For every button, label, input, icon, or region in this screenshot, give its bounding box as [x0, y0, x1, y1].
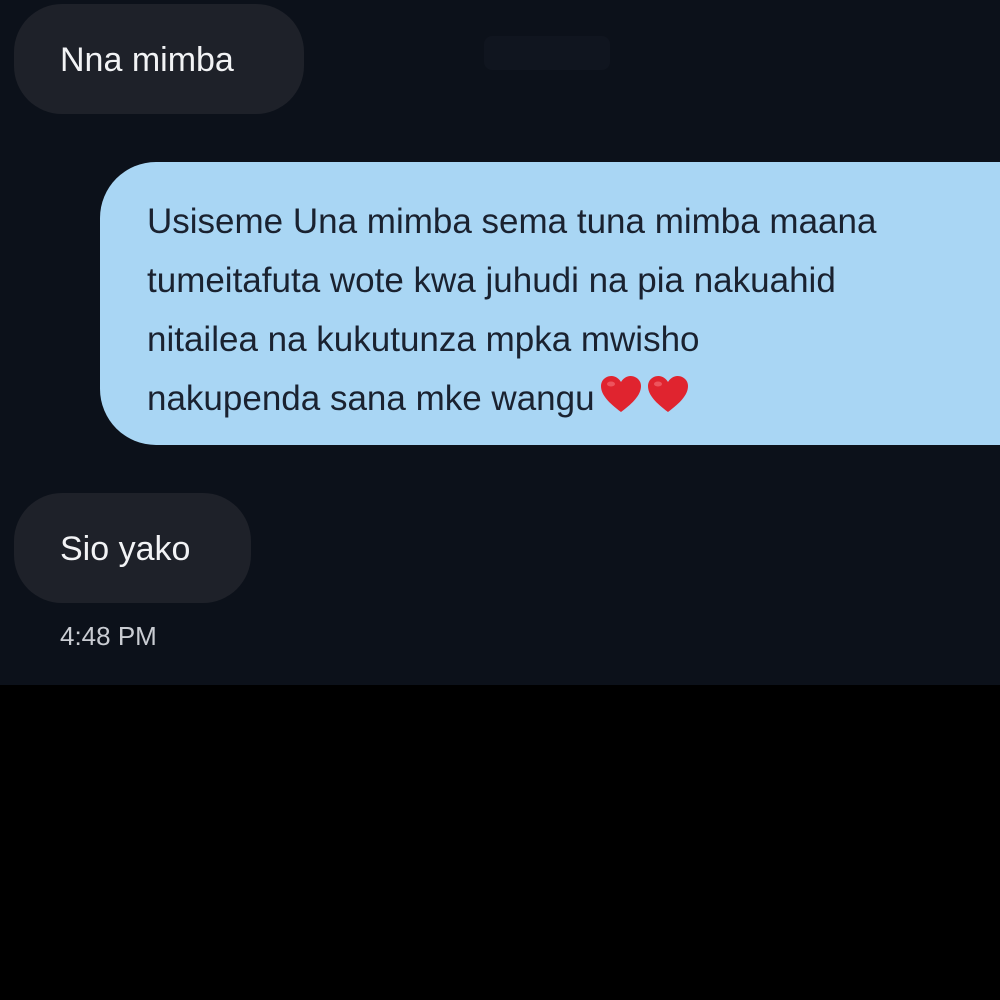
background-artifact — [484, 36, 610, 70]
chat-thread[interactable]: Nna mimba Usiseme Una mimba sema tuna mi… — [0, 0, 1000, 685]
incoming-message-bubble[interactable]: Nna mimba — [14, 4, 304, 114]
emoji-group — [599, 373, 693, 432]
message-text: Nna mimba — [60, 41, 234, 79]
red-heart-icon — [600, 376, 641, 412]
message-timestamp: 4:48 PM — [60, 621, 157, 651]
message-text: Usiseme Una mimba sema tuna mimba maana … — [147, 202, 877, 418]
red-heart-icon — [647, 376, 688, 412]
message-text: Sio yako — [60, 530, 191, 568]
screenshot: Nna mimba Usiseme Una mimba sema tuna mi… — [0, 0, 1000, 1000]
outgoing-message-bubble[interactable]: Usiseme Una mimba sema tuna mimba maana … — [100, 162, 1000, 445]
incoming-message-bubble[interactable]: Sio yako — [14, 493, 251, 603]
